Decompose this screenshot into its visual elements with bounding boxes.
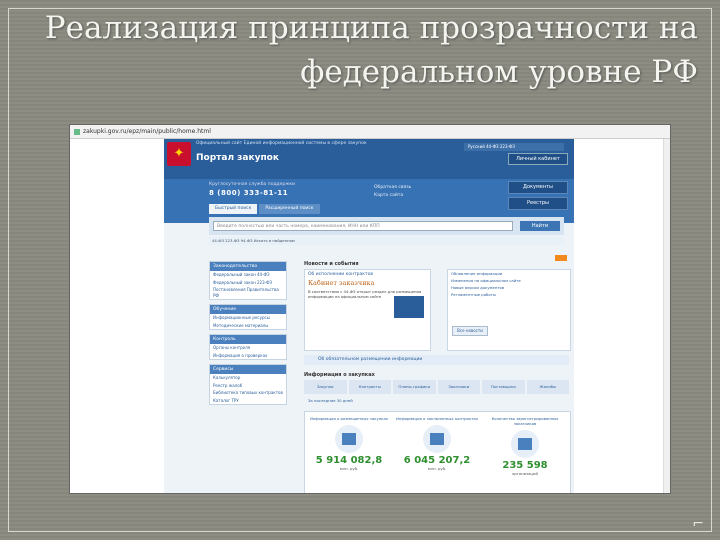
coat-of-arms-icon: ✦: [167, 142, 191, 166]
zakupki-site: ✦ Официальный сайт Единой информационной…: [164, 139, 574, 493]
sidebar-box: Сервисы Калькулятор Реестр жалоб Библиот…: [209, 364, 287, 405]
left-sidebar: Законодательство Федеральный закон 44-ФЗ…: [209, 261, 287, 409]
portal-title[interactable]: Портал закупок: [196, 153, 279, 163]
stat-customers[interactable]: Количество зарегистрированных заказчиков…: [481, 412, 569, 493]
login-button[interactable]: Личный кабинет: [508, 153, 568, 165]
news-list: Обновление информации Изменения на офици…: [447, 269, 571, 351]
sidebar-box: Контроль Органы контроля Информация о пр…: [209, 334, 287, 360]
documents-button[interactable]: Документы: [508, 181, 568, 194]
site-top-text: Официальный сайт Единой информационной с…: [196, 141, 367, 146]
sidebar-link[interactable]: Каталог ТРУ: [210, 397, 286, 405]
search-bar: Введите полностью или часть номера, наим…: [209, 217, 564, 235]
sidebar-link[interactable]: Реестр жалоб: [210, 382, 286, 390]
sidebar-box-head[interactable]: Обучение: [210, 305, 286, 314]
sidebar-box-head[interactable]: Контроль: [210, 335, 286, 344]
sidebar-box: Законодательство Федеральный закон 44-ФЗ…: [209, 261, 287, 300]
stat-purchases[interactable]: Информация о размещенных закупках 5 914 …: [305, 412, 393, 493]
stats-panel: Информация о размещенных закупках 5 914 …: [304, 411, 571, 493]
stat-label: Количество зарегистрированных заказчиков: [491, 416, 559, 426]
browser-address-bar[interactable]: zakupki.gov.ru/epz/main/public/home.html: [70, 125, 670, 139]
info-tab[interactable]: Планы-графики: [393, 380, 436, 394]
phone-label: Круглосуточная служба поддержки: [209, 182, 295, 187]
registries-button[interactable]: Реестры: [508, 197, 568, 210]
site-favicon-icon: [74, 128, 80, 135]
site-header-top: ✦ Официальный сайт Единой информационной…: [164, 139, 574, 179]
news-item-text: Обновление информации: [451, 271, 503, 276]
main-content: Новости и события Об исполнении контракт…: [304, 255, 571, 493]
rss-icon[interactable]: [555, 255, 567, 261]
website-screenshot: zakupki.gov.ru/epz/main/public/home.html…: [70, 125, 670, 493]
stat-number: 5 914 082,8: [315, 455, 383, 466]
contracts-icon: [423, 425, 451, 453]
stat-number: 235 598: [502, 460, 548, 471]
news-item[interactable]: Регламентные работы: [448, 291, 570, 298]
info-tabs: Закупки Контракты Планы-графики Заказчик…: [304, 380, 569, 394]
slide-title-line-1: Реализация принципа прозрачности на: [44, 10, 698, 46]
tab-advanced-search[interactable]: Расширенный поиск: [259, 204, 320, 214]
sidebar-link[interactable]: Органы контроля: [210, 344, 286, 352]
slide-end-ornament-icon: ⌐: [692, 516, 704, 532]
tab-quick-search[interactable]: Быстрый поиск: [209, 204, 258, 214]
stat-label: Информация о размещенных закупках: [309, 416, 389, 421]
sidebar-link[interactable]: Калькулятор: [210, 374, 286, 382]
sidebar-link[interactable]: Информационные ресурсы: [210, 314, 286, 322]
stat-number: 6 045 207,2: [403, 455, 471, 466]
search-button[interactable]: Найти: [520, 221, 560, 231]
sidebar-link[interactable]: Федеральный закон 223-ФЗ: [210, 279, 286, 287]
info-title: Информация о закупках: [304, 372, 375, 378]
support-phone: 8 (800) 333-81-11: [209, 189, 289, 197]
all-news-button[interactable]: Все новости: [452, 326, 488, 336]
sidebar-box: Обучение Информационные ресурсы Методиче…: [209, 304, 287, 330]
info-tab[interactable]: Жалобы: [526, 380, 569, 394]
info-tab[interactable]: Контракты: [348, 380, 391, 394]
news-image: [394, 296, 424, 318]
info-strip[interactable]: Об обязательном размещении информации: [304, 355, 569, 365]
sidebar-link[interactable]: Информация о проверках: [210, 352, 286, 360]
purchases-icon: [335, 425, 363, 453]
sidebar-link[interactable]: Постановления Правительства РФ: [210, 286, 286, 299]
sidebar-link[interactable]: Методические материалы: [210, 322, 286, 330]
info-tab[interactable]: Заказчики: [437, 380, 480, 394]
search-input[interactable]: Введите полностью или часть номера, наим…: [213, 221, 513, 231]
stat-unit: млн. руб.: [339, 466, 359, 471]
news-caption: Об исполнении контрактов: [308, 272, 374, 277]
top-nav[interactable]: Русский 44-ФЗ 223-ФЗ: [464, 143, 564, 151]
stat-contracts[interactable]: Информация о заключенных контрактах 6 04…: [393, 412, 481, 493]
info-period: За последние 30 дней: [308, 398, 353, 403]
sidebar-link[interactable]: Федеральный закон 44-ФЗ: [210, 271, 286, 279]
news-heading: Новости и события: [304, 261, 359, 267]
news-item[interactable]: Новые версии документов: [448, 284, 570, 291]
address-text: zakupki.gov.ru/epz/main/public/home.html: [83, 128, 211, 135]
news-item[interactable]: Изменения на официальном сайте: [448, 277, 570, 284]
sidebar-box-head[interactable]: Сервисы: [210, 365, 286, 374]
featured-news-card[interactable]: Об исполнении контрактов Кабинет заказчи…: [304, 269, 431, 351]
search-filters[interactable]: 44-ФЗ 223-ФЗ 94-ФЗ Искать в найденном: [209, 237, 564, 245]
sidebar-box-head[interactable]: Законодательство: [210, 262, 286, 271]
info-tab[interactable]: Поставщики: [482, 380, 525, 394]
customers-icon: [511, 430, 539, 458]
news-item[interactable]: Обновление информации: [448, 270, 570, 277]
news-item-text: Регламентные работы: [451, 292, 496, 297]
news-item-text: Новые версии документов: [451, 285, 505, 290]
browser-scrollbar[interactable]: [663, 139, 670, 493]
news-item-text: Изменения на официальном сайте: [451, 278, 521, 283]
feedback-link[interactable]: Обратная связь: [374, 185, 411, 190]
sidebar-link[interactable]: Библиотека типовых контрактов: [210, 389, 286, 397]
sitemap-link[interactable]: Карта сайта: [374, 193, 403, 198]
info-tab[interactable]: Закупки: [304, 380, 347, 394]
slide-title-line-2: федеральном уровне РФ: [300, 54, 698, 90]
stat-unit: млн. руб.: [427, 466, 447, 471]
stat-label: Информация о заключенных контрактах: [396, 416, 478, 421]
stat-unit: организаций: [512, 471, 538, 476]
news-headline: Кабинет заказчика: [308, 279, 375, 287]
search-tabs: Быстрый поиск Расширенный поиск: [209, 204, 320, 214]
